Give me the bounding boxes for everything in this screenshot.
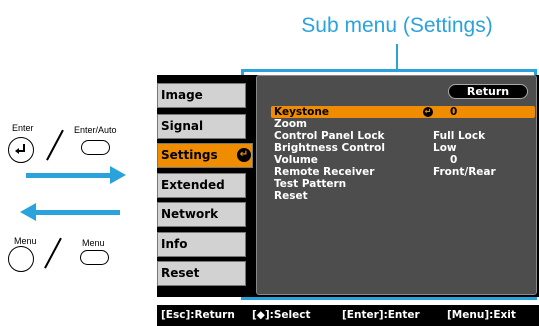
tab-settings-label: Settings (161, 148, 218, 162)
menu-item-label: Reset (274, 190, 308, 202)
tab-settings[interactable]: Settings ↵ (157, 143, 253, 168)
enter-icon: ↵ (237, 148, 251, 162)
enter-auto-button-icon (81, 140, 110, 155)
menu-item-value: Front/Rear (433, 166, 496, 178)
menu-item-value: Low (433, 142, 457, 154)
tab-extended[interactable]: Extended (157, 173, 246, 198)
slash-divider (44, 237, 62, 269)
enter-button-icon (8, 137, 34, 163)
menu-item-remote-receiver[interactable]: Remote Receiver Front/Rear (271, 166, 535, 178)
menu-item-test-pattern[interactable]: Test Pattern (271, 178, 535, 190)
footer-select-hint: [◆]:Select (252, 309, 311, 321)
enter-auto-key-label: Enter/Auto (74, 125, 117, 135)
menu-item-label: Volume (274, 154, 318, 166)
menu-item-volume[interactable]: Volume 0 (271, 154, 535, 166)
right-arrow-icon (26, 173, 112, 178)
menu-item-reset[interactable]: Reset (271, 190, 535, 202)
menu-item-label: Remote Receiver (274, 166, 375, 178)
menu-button-icon (8, 246, 34, 272)
menu-item-value: 0 (450, 106, 458, 118)
sub-menu-panel: Return Keystone ↵ 0 Zoom Control Panel L… (256, 75, 537, 295)
enter-key-label: Enter (12, 123, 34, 133)
footer-esc-hint: [Esc]:Return (161, 309, 235, 321)
menu-item-brightness-control[interactable]: Brightness Control Low (271, 142, 535, 154)
menu-item-control-panel-lock[interactable]: Control Panel Lock Full Lock (271, 130, 535, 142)
menu-item-zoom[interactable]: Zoom (271, 118, 535, 130)
menu-item-value: 0 (450, 154, 458, 166)
menu-item-label: Zoom (274, 118, 307, 130)
menu-key-label: Menu (14, 236, 37, 246)
tab-image[interactable]: Image (157, 83, 246, 108)
right-arrow-head-icon (110, 166, 126, 184)
menu-item-keystone[interactable]: Keystone ↵ 0 (271, 106, 535, 118)
callout-line (396, 44, 398, 70)
left-arrow-icon (34, 210, 120, 215)
slash-divider (46, 129, 64, 161)
osd-menu: Image Signal Settings ↵ Extended Network… (157, 75, 539, 297)
menu-item-value: Full Lock (433, 130, 486, 142)
menu-pill-button-icon (80, 250, 109, 265)
callout-title: Sub menu (Settings) (301, 14, 493, 37)
tab-reset[interactable]: Reset (157, 261, 246, 286)
enter-icon: ↵ (423, 107, 433, 117)
menu-item-label: Keystone (274, 106, 329, 118)
footer-menu-hint: [Menu]:Exit (447, 309, 516, 321)
key-guide-footer: [Esc]:Return [◆]:Select [Enter]:Enter [M… (157, 305, 539, 326)
menu-item-label: Test Pattern (274, 178, 347, 190)
footer-enter-hint: [Enter]:Enter (342, 309, 420, 321)
menu-item-label: Control Panel Lock (274, 130, 385, 142)
menu-item-label: Brightness Control (274, 142, 385, 154)
return-button[interactable]: Return (448, 84, 528, 99)
tab-signal[interactable]: Signal (157, 114, 246, 139)
tab-info[interactable]: Info (157, 232, 246, 257)
menu-small-key-label: Menu (82, 238, 105, 248)
tab-network[interactable]: Network (157, 202, 246, 227)
